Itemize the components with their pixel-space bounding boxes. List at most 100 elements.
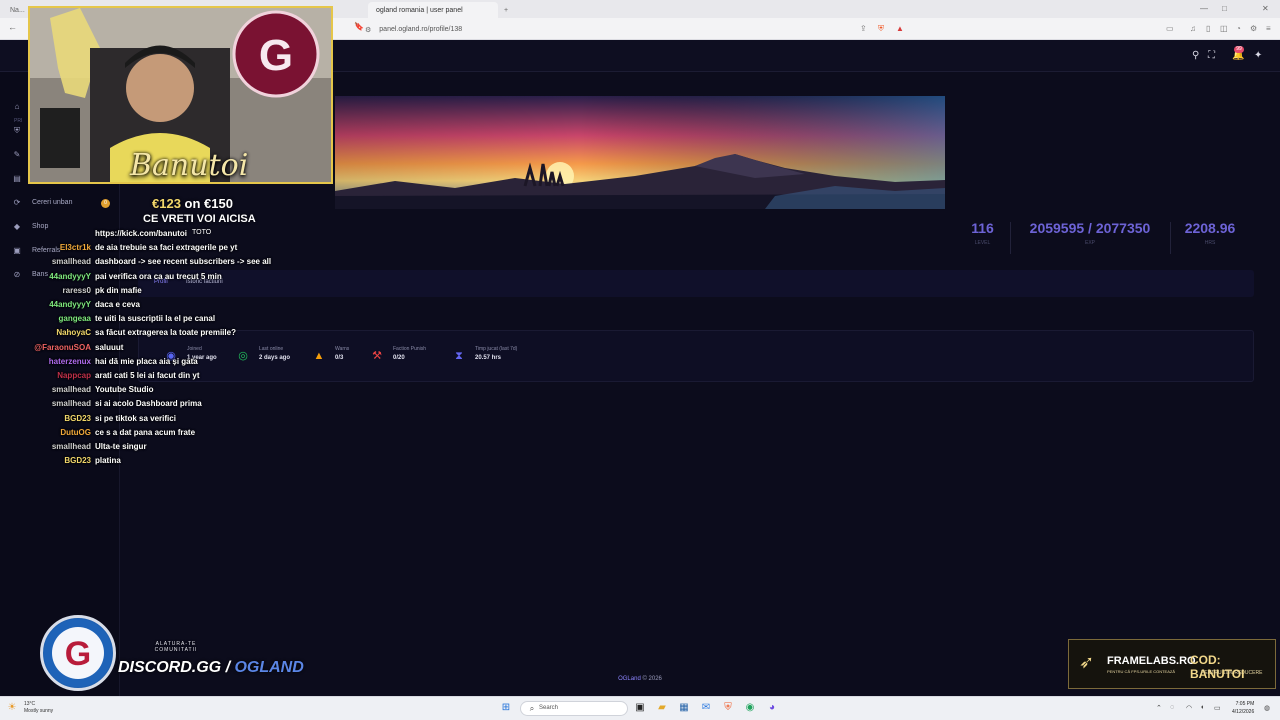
app-icon[interactable]: ▦ <box>678 702 690 714</box>
music-icon[interactable]: ♫ <box>1190 24 1196 33</box>
stat-label: LEVEL <box>974 240 991 246</box>
divider <box>1010 222 1011 254</box>
task-view-icon[interactable]: ▣ <box>634 702 646 714</box>
clock[interactable]: 7:05 PM 4/12/2026 <box>1232 700 1254 716</box>
sponsor-banner: ➶ FRAMELABS.RO PENTRU CĂ FPS-URILE CONTE… <box>1068 639 1276 689</box>
chat-message: @FaraonuSOA saluuut <box>0 343 320 357</box>
maximize-icon[interactable]: □ <box>1222 4 1227 13</box>
chat-username[interactable]: 44andyyyY <box>49 272 91 281</box>
location-pin-icon[interactable]: ⚲ <box>1192 50 1199 61</box>
chat-username[interactable]: BGD23 <box>64 414 91 423</box>
search-placeholder: Search <box>539 705 559 711</box>
clock-date: 4/12/2026 <box>1232 709 1255 715</box>
donation-goal: €123 on €150 <box>152 196 233 211</box>
chat-username[interactable]: @FaraonuSOA <box>34 343 91 352</box>
mail-icon[interactable]: ✉ <box>700 702 712 714</box>
sidebar-toggle-icon[interactable]: ▭ <box>1166 24 1174 33</box>
chat-username[interactable]: NahoyaC <box>56 328 91 337</box>
sidebar-item-label: Cereri unban <box>32 199 73 206</box>
brave-rewards-icon[interactable]: ▲ <box>896 24 904 33</box>
info-playtime: ⧗ Timp jucat (last 7d) 20.57 hrs <box>451 346 517 364</box>
settings-icon[interactable]: ✦ <box>1254 50 1262 61</box>
chat-message: El3ctr1k de aia trebuie sa faci extrageri… <box>0 243 320 257</box>
goal-on: on <box>180 196 205 211</box>
chat-message: gangeaa te uiti la suscriptii la el pe ca… <box>0 314 320 328</box>
close-window-icon[interactable]: ✕ <box>1262 4 1269 13</box>
refresh-icon: ⟳ <box>13 198 21 207</box>
site-info-icon[interactable]: ⚙ <box>365 26 371 34</box>
info-label: Timp jucat (last 7d) <box>475 346 518 352</box>
sidebar-item-cereri-unban[interactable]: ⟳ Cereri unban <box>12 198 73 207</box>
discord-link-prefix: DISCORD.GG / <box>118 659 235 676</box>
chat-text: daca e ceva <box>95 300 140 309</box>
share-icon[interactable]: ⇪ <box>860 24 867 33</box>
tab-label: Na... <box>10 6 25 14</box>
chat-text: platina <box>95 456 121 466</box>
address-bar[interactable]: ⚙ panel.ogland.ro/profile/138 <box>365 22 910 37</box>
menu-icon[interactable]: ≡ <box>1266 24 1271 33</box>
info-value: 20.57 hrs <box>475 355 502 361</box>
rocket-icon: ➶ <box>1079 652 1095 672</box>
chat-message: 44andyyyY pai verifica ora ca au trecut 5… <box>0 272 320 286</box>
browser-tab-active[interactable]: ogland romania | user panel <box>368 2 498 18</box>
obs-icon[interactable]: ◉ <box>744 702 756 714</box>
start-icon[interactable]: ⊞ <box>500 702 512 714</box>
hammer-icon: ⚒ <box>372 350 382 362</box>
ogland-logo: G <box>40 615 116 691</box>
chat-username[interactable]: raress0 <box>63 286 91 295</box>
brave-shield-icon[interactable]: ⛨ <box>878 24 884 34</box>
url-text: panel.ogland.ro/profile/138 <box>379 26 463 33</box>
chat-message: Nappcap arati cati 5 lei ai facut din yt <box>0 371 320 385</box>
back-icon[interactable]: ← <box>8 22 17 32</box>
clock-time: 7:05 PM <box>1235 701 1255 707</box>
info-label: Warns <box>335 346 350 352</box>
chat-username[interactable]: haterzenux <box>49 357 91 366</box>
chat-message: smallhead Youtube Studio <box>0 385 320 399</box>
discord-app-icon[interactable]: ◕ <box>766 702 778 714</box>
sponsor-code: COD: BANUTOI <box>1190 653 1245 681</box>
chat-username[interactable]: El3ctr1k <box>60 243 91 252</box>
chat-username[interactable]: 44andyyyY <box>49 300 91 309</box>
chat-message: DutuOG ce s a dat pana acum frate <box>0 428 320 442</box>
new-tab-button[interactable]: + <box>496 2 512 18</box>
battery-icon[interactable]: ▭ <box>1214 704 1221 712</box>
chat-message: BGD23 platina <box>0 456 320 470</box>
reading-list-icon[interactable]: ▯ <box>1206 24 1210 33</box>
wallet-icon[interactable]: ◫ <box>1220 24 1228 33</box>
chat-username[interactable]: BGD23 <box>64 456 91 465</box>
chat-username[interactable]: smallhead <box>52 257 91 266</box>
goal-target: €150 <box>204 196 233 211</box>
goal-title: CE VRETI VOI AICISA <box>143 213 256 225</box>
sponsor-tagline: PENTRU CĂ FPS-URILE CONTEAZĂ <box>1107 669 1176 674</box>
chat-username[interactable]: smallhead <box>52 385 91 394</box>
weather-widget[interactable]: 13°C Mostly sunny <box>24 701 53 715</box>
fullscreen-icon[interactable]: ⛶ <box>1208 50 1215 61</box>
chat-username[interactable]: smallhead <box>52 399 91 408</box>
chat-username[interactable]: Nappcap <box>57 371 91 380</box>
bookmark-icon[interactable]: 🔖 <box>354 22 364 31</box>
chat-text: https://kick.com/banutoi <box>95 229 188 238</box>
wifi-icon[interactable]: ◠ <box>1186 704 1192 712</box>
svg-text:G: G <box>65 635 91 673</box>
weather-icon[interactable]: ☀ <box>6 702 18 714</box>
chat-message: smallhead Ulta-te singur <box>0 442 320 456</box>
chat-username[interactable]: gangeaa <box>59 314 91 323</box>
minimize-icon[interactable]: — <box>1200 4 1208 13</box>
volume-icon[interactable]: ◖ <box>1200 704 1204 711</box>
chat-message: smallhead si ai acolo Dashboard prima <box>0 399 320 413</box>
chat-username[interactable]: smallhead <box>52 442 91 451</box>
weather-temp: 13°C <box>24 701 36 707</box>
extensions-icon[interactable]: ⚙ <box>1250 24 1257 33</box>
file-explorer-icon[interactable]: ▰ <box>656 702 668 714</box>
network-icon[interactable]: ◌ <box>1170 704 1174 711</box>
brave-browser-icon[interactable]: ⛨ <box>722 702 734 714</box>
chat-username[interactable]: DutuOG <box>60 428 91 437</box>
chat-text: dashboard -> see recent subscribers -> s… <box>95 257 272 267</box>
chat-text: sa făcut extragerea la toate premiile? <box>95 328 236 338</box>
tray-overflow-icon[interactable]: ⌃ <box>1156 704 1162 712</box>
chat-text: pk din mafie <box>95 285 142 295</box>
notification-badge: 99 <box>1234 46 1244 53</box>
notifications-icon[interactable]: ◍ <box>1264 704 1270 712</box>
vpn-icon[interactable]: ◔ <box>1236 24 1241 33</box>
footer-brand-link[interactable]: OGLand <box>618 676 641 682</box>
